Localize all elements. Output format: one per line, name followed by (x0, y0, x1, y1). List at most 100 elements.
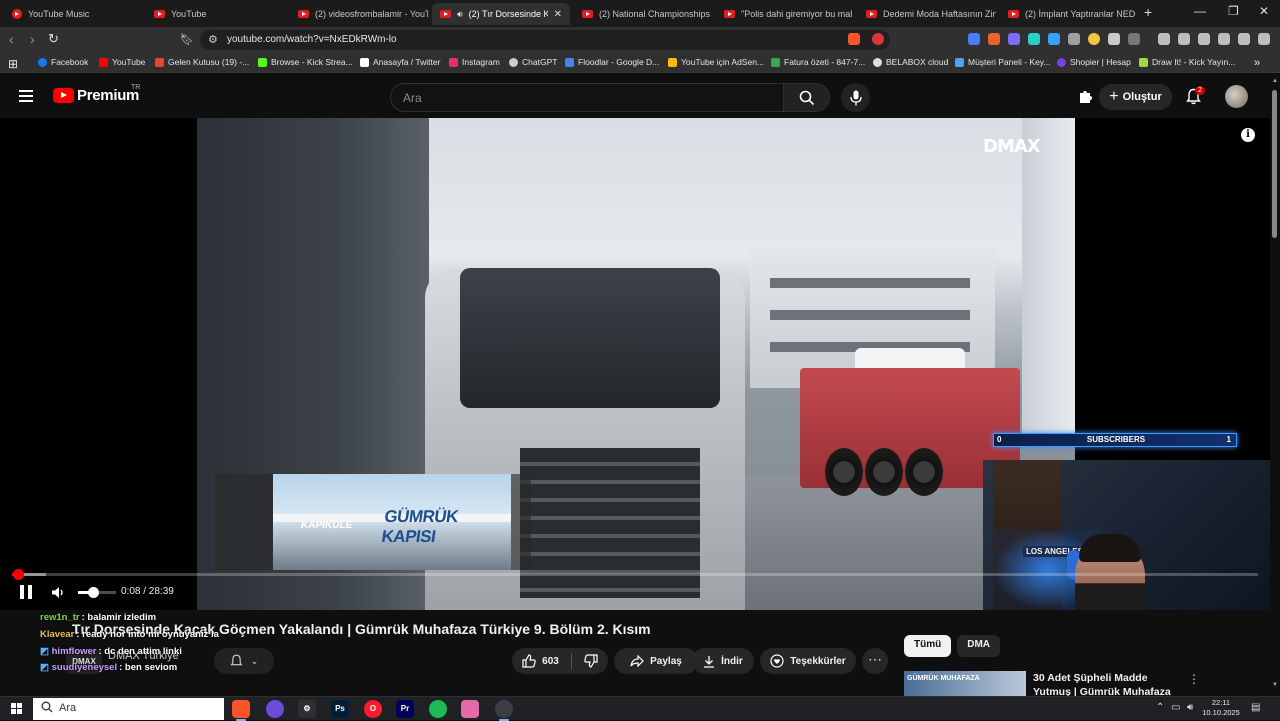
extension-icon[interactable] (1008, 33, 1020, 45)
reload-icon[interactable]: ↻ (48, 31, 59, 47)
extension-icon[interactable] (1108, 33, 1120, 45)
search-input[interactable] (391, 84, 784, 111)
bookmark-item[interactable]: YouTube için AdSen... (668, 57, 764, 67)
bookmark-item[interactable]: Draw It! - Kick Yayın... (1139, 57, 1235, 67)
chip-all[interactable]: Tümü (904, 635, 952, 657)
notification-center-icon[interactable]: ▤ (1251, 702, 1260, 713)
bookmark-item[interactable]: Gelen Kutusu (19) -... (155, 57, 249, 67)
minimize-icon[interactable]: — (1194, 4, 1206, 18)
extension-icon[interactable] (968, 33, 980, 45)
speaker-icon[interactable]: 🔊︎ (457, 9, 463, 20)
system-clock[interactable]: 22:11 10.10.2025 (1199, 698, 1243, 718)
back-icon[interactable]: ‹ (9, 31, 14, 47)
obs-app-icon[interactable] (266, 700, 284, 718)
scrollbar-thumb[interactable] (1272, 90, 1277, 238)
voice-search-button[interactable] (841, 83, 870, 112)
youtube-premium-logo[interactable]: Premium TR (53, 84, 140, 104)
window-close-icon[interactable]: ✕ (1259, 4, 1269, 18)
browser-tab[interactable]: (2) videosfrombalamir - YouTube (290, 3, 428, 25)
extension-icon[interactable] (1088, 33, 1100, 45)
restore-icon[interactable]: ❐ (1228, 4, 1239, 18)
share-button[interactable]: Paylaş (614, 648, 698, 674)
bookmark-item[interactable]: Fatura özeti - 847-7... (771, 57, 865, 67)
like-icon[interactable] (522, 654, 536, 668)
account-avatar[interactable] (1225, 85, 1248, 108)
bookmark-item[interactable]: Facebook (38, 57, 88, 67)
brave-rewards-icon[interactable] (872, 33, 884, 45)
site-settings-icon[interactable]: ⚙ (208, 33, 218, 46)
speaker-tray-icon[interactable]: 🔊︎ (1187, 702, 1193, 713)
scroll-up-icon[interactable]: ▲ (1272, 78, 1278, 84)
thanks-button[interactable]: Teşekkürler (760, 648, 856, 674)
volume-icon[interactable] (51, 586, 65, 599)
browser-tab[interactable]: YouTube Music (4, 3, 144, 25)
page-scrollbar[interactable]: ▲ ▼ (1270, 74, 1280, 696)
chip-dmax[interactable]: DMA (957, 635, 1000, 657)
like-count[interactable]: 603 (542, 656, 559, 667)
progress-bar[interactable] (12, 569, 1258, 580)
browser-tab-active[interactable]: 🔊︎ (2) Tır Dorsesinde Kaçak ✕ (432, 3, 570, 25)
url-field[interactable]: ⚙ youtube.com/watch?v=NxEDkRWm-lo (200, 30, 890, 50)
download-button[interactable]: İndir (692, 648, 754, 674)
network-icon[interactable]: ▭ (1171, 702, 1180, 713)
scroll-down-icon[interactable]: ▼ (1272, 682, 1278, 688)
bookmark-item[interactable]: Shopier | Hesap (1057, 57, 1131, 67)
windows-start-icon[interactable] (11, 703, 22, 714)
recommendation-menu-icon[interactable]: ⋮ (1188, 672, 1200, 686)
bookmark-icon[interactable]: 🔖︎ (180, 33, 194, 46)
search-button[interactable] (783, 84, 829, 111)
new-tab-icon[interactable]: + (1144, 4, 1152, 20)
taskbar-search-box[interactable]: Ara (33, 698, 224, 720)
settings-app-icon[interactable]: ⚙ (298, 700, 316, 718)
leo-icon[interactable] (1218, 33, 1230, 45)
volume-handle[interactable] (88, 587, 100, 598)
forward-icon[interactable]: › (30, 31, 35, 47)
bookmark-item[interactable]: Anasayfa / Twitter (360, 57, 440, 67)
more-bookmarks-icon[interactable]: » (1254, 57, 1260, 69)
bookmark-item[interactable]: ChatGPT (509, 57, 557, 67)
puzzle-extension-icon[interactable] (1077, 90, 1093, 104)
extension-icon[interactable] (1028, 33, 1040, 45)
bookmark-item[interactable]: BELABOX cloud (873, 57, 948, 67)
browser-tab[interactable]: (2) National Championships | S (574, 3, 710, 25)
more-actions-icon[interactable]: ⋯ (862, 648, 888, 674)
info-icon[interactable]: i (1241, 128, 1255, 142)
menu-icon[interactable] (1258, 33, 1270, 45)
photoshop-app-icon[interactable]: Ps (331, 700, 349, 718)
bookmark-item[interactable]: Müşteri Paneli - Key... (955, 57, 1051, 67)
browser-tab[interactable]: Dedemi Moda Haftasının Zirve (858, 3, 996, 25)
dislike-icon[interactable] (584, 654, 598, 668)
browser-tab[interactable]: (2) İmplant Yaptıranlar NEDEN (1000, 3, 1136, 25)
browser-tab[interactable]: YouTube (146, 3, 288, 25)
scrubber-handle[interactable] (12, 569, 24, 580)
extension-icon[interactable] (1048, 33, 1060, 45)
sidebar-icon[interactable] (1178, 33, 1190, 45)
browser-tab[interactable]: "Polis dahi giremiyor bu mahall (716, 3, 852, 25)
wallet-icon[interactable] (1198, 33, 1210, 45)
spotify-app-icon[interactable] (429, 700, 447, 718)
gallery-app-icon[interactable] (461, 700, 479, 718)
apps-grid-icon[interactable]: ⊞ (8, 57, 18, 71)
hamburger-menu-icon[interactable] (19, 90, 33, 105)
volume-slider[interactable] (78, 587, 116, 598)
premiere-app-icon[interactable]: Pr (396, 700, 414, 718)
chat-app-icon[interactable] (495, 700, 513, 721)
recommendation-thumbnail[interactable]: GÜMRÜK MUHAFAZA (904, 671, 1026, 696)
media-icon[interactable] (1158, 33, 1170, 45)
brave-app-icon[interactable] (232, 700, 250, 721)
extension-icon[interactable] (1068, 33, 1080, 45)
subscription-bell-button[interactable]: ⌄ (214, 648, 274, 674)
bookmark-item[interactable]: Instagram (449, 57, 500, 67)
extension-icon[interactable] (1128, 33, 1140, 45)
bookmark-item[interactable]: Floodlar - Google D... (565, 57, 659, 67)
video-player[interactable]: KAPIKULE GÜMRÜK KAPISI DMAX i 0 SUBSCRIB… (0, 118, 1270, 610)
pause-button[interactable] (20, 585, 33, 599)
bookmark-item[interactable]: YouTube (99, 57, 145, 67)
bookmark-item[interactable]: Browse - Kick Strea... (258, 57, 353, 67)
opera-app-icon[interactable]: O (364, 700, 382, 718)
brave-shields-icon[interactable] (848, 33, 860, 45)
tray-overflow-icon[interactable]: ⌃ (1156, 702, 1164, 713)
create-button[interactable]: + Oluştur (1099, 84, 1172, 110)
vpn-icon[interactable] (1238, 33, 1250, 45)
extension-icon[interactable] (988, 33, 1000, 45)
